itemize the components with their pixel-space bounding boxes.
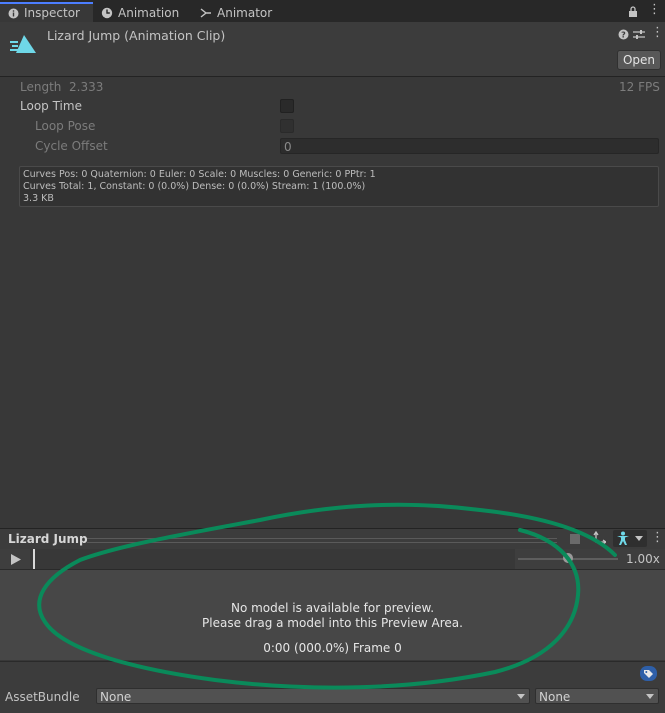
preview-title: Lizard Jump (8, 532, 88, 546)
assetbundle-label: AssetBundle (5, 690, 80, 704)
curves-info-box: Curves Pos: 0 Quaternion: 0 Euler: 0 Sca… (19, 166, 659, 207)
pivot-icon[interactable] (568, 532, 582, 546)
info-icon (8, 8, 19, 18)
inspector-header: Lizard Jump (Animation Clip) ? ⋮ Open (0, 22, 665, 77)
preview-header: Lizard Jump ⋮ (0, 528, 665, 550)
cycle-offset-label: Cycle Offset (35, 139, 108, 153)
animator-graph-icon (200, 7, 211, 18)
preview-area[interactable]: No model is available for preview. Pleas… (0, 570, 665, 660)
preview-timeline-bar: 1.00x (0, 549, 665, 570)
assetbundle-bar: AssetBundle None None (0, 661, 665, 713)
chevron-down-icon (646, 694, 654, 699)
tab-animator-label: Animator (217, 5, 273, 20)
tab-animation[interactable]: Animation (101, 3, 179, 22)
avatar-dropdown[interactable] (613, 530, 647, 547)
length-label: Length (20, 80, 62, 94)
loop-pose-checkbox[interactable] (280, 119, 294, 133)
tab-inspector-label: Inspector (24, 6, 80, 20)
no-model-message: No model is available for preview. (230, 601, 435, 615)
timeline-scrubber[interactable] (30, 549, 515, 569)
help-icon[interactable]: ? (618, 29, 629, 40)
loop-pose-label: Loop Pose (35, 119, 96, 133)
speed-value: 1.00x (626, 552, 660, 566)
tab-animation-label: Animation (118, 5, 180, 20)
fps-value: 12 FPS (619, 80, 660, 94)
preview-drag-handle[interactable] (87, 538, 557, 543)
humanoid-icon (617, 531, 629, 545)
avatar-dropdown-arrow-icon (635, 536, 643, 541)
preview-menu-icon[interactable]: ⋮ (651, 531, 664, 545)
preview-time-readout: 0:00 (000.0%) Frame 0 (263, 641, 402, 655)
tab-inspector[interactable]: Inspector (0, 2, 93, 22)
curves-info-line-3: 3.3 KB (23, 193, 54, 204)
component-menu-icon[interactable]: ⋮ (651, 26, 664, 40)
tab-menu-icon[interactable]: ⋮ (648, 3, 661, 17)
animation-clock-icon (101, 7, 113, 18)
curves-info-line-1: Curves Pos: 0 Quaternion: 0 Euler: 0 Sca… (23, 169, 376, 180)
tab-animator[interactable]: Animator (200, 3, 272, 22)
timeline-playhead[interactable] (33, 549, 35, 569)
assetbundle-variant-value: None (539, 690, 571, 704)
chevron-down-icon (517, 694, 525, 699)
lock-icon[interactable] (628, 6, 638, 17)
length-value: 2.333 (69, 80, 104, 94)
move-arrows-icon[interactable] (592, 531, 606, 545)
svg-text:?: ? (621, 31, 626, 40)
assetbundle-name-dropdown[interactable]: None (96, 688, 530, 704)
cycle-offset-field[interactable]: 0 (280, 138, 659, 154)
loop-time-label: Loop Time (20, 99, 82, 113)
open-button[interactable]: Open (617, 50, 661, 70)
tab-bar: Inspector Animation Animator ⋮ (0, 0, 665, 22)
play-icon[interactable] (11, 554, 21, 565)
assetbundle-variant-dropdown[interactable]: None (535, 688, 659, 704)
animation-clip-icon (10, 35, 36, 53)
drag-model-message: Please drag a model into this Preview Ar… (202, 616, 463, 630)
clip-title: Lizard Jump (Animation Clip) (47, 28, 226, 43)
loop-time-checkbox[interactable] (280, 99, 294, 113)
curves-info-line-2: Curves Total: 1, Constant: 0 (0.0%) Dens… (23, 181, 366, 192)
tag-icon[interactable] (640, 666, 657, 681)
assetbundle-name-value: None (100, 690, 132, 704)
speed-slider-thumb[interactable] (563, 553, 573, 563)
presets-icon[interactable] (633, 29, 645, 40)
